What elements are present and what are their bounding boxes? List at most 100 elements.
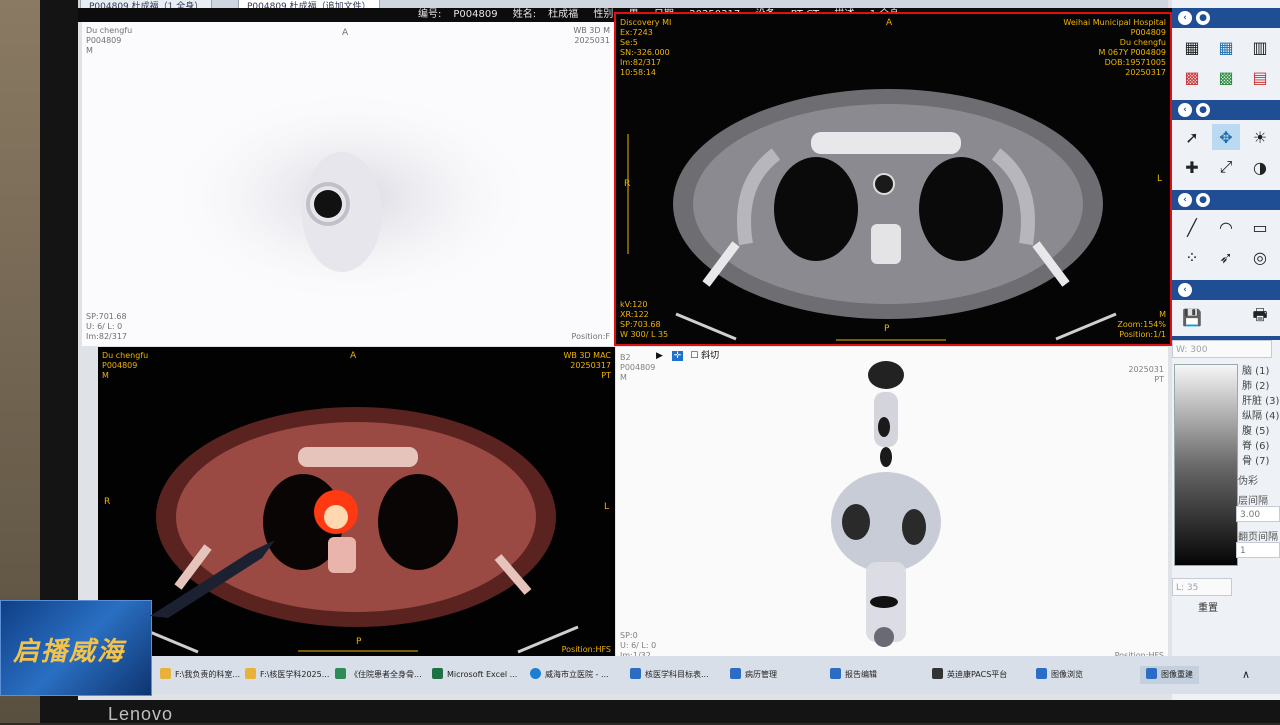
preset-abdomen[interactable]: 腹 (5) bbox=[1242, 424, 1279, 439]
settings-icon[interactable]: ● bbox=[1196, 11, 1210, 25]
fusion-orient-left: R bbox=[104, 497, 111, 507]
line-measure-icon[interactable]: ╱ bbox=[1178, 214, 1206, 240]
page-spacing-input[interactable]: 1 bbox=[1236, 542, 1280, 558]
taskbar-item-report[interactable]: 报告编辑 bbox=[830, 666, 877, 684]
preset-spine[interactable]: 脊 (6) bbox=[1242, 439, 1279, 454]
pet-overlay-top-right: WB 3D M 2025031 bbox=[573, 26, 610, 46]
window-gradient-slider[interactable] bbox=[1174, 364, 1238, 566]
excel-icon bbox=[432, 668, 443, 679]
window-level-field[interactable]: L: 35 bbox=[1172, 578, 1232, 596]
ct-sex: M bbox=[1159, 310, 1166, 319]
layout-grid-icon[interactable]: ▥ bbox=[1246, 34, 1274, 60]
viewport-mip[interactable]: ▶ ✛ ☐ 斜切 B2 P004809 M 2025031 PT SP:0 U:… bbox=[616, 347, 1168, 665]
collapse-left-icon[interactable]: ‹ bbox=[1178, 11, 1192, 25]
preset-mediastinum[interactable]: 纵隔 (4) bbox=[1242, 409, 1279, 424]
fusion-overlay-top-left: Du chengfu P004809 M bbox=[102, 351, 148, 381]
arrow-annotation-icon[interactable]: ➶ bbox=[1212, 244, 1240, 270]
app-icon bbox=[1036, 668, 1047, 679]
taskbar-item-folder-nuclear[interactable]: F:\核医学科2025... bbox=[245, 666, 329, 684]
pointer-arrow-icon[interactable]: ➚ bbox=[1178, 124, 1206, 150]
measure-settings-icon[interactable]: ● bbox=[1196, 193, 1210, 207]
pseudo-color-label[interactable]: 伪彩 bbox=[1238, 472, 1258, 487]
fit-zoom-icon[interactable]: ⤢ bbox=[1212, 154, 1240, 180]
rectangle-roi-icon[interactable]: ▭ bbox=[1246, 214, 1274, 240]
pan-move-icon[interactable]: ✥ bbox=[1212, 124, 1240, 150]
mip-modality: PT bbox=[1154, 375, 1164, 384]
ct-xr: XR:122 bbox=[620, 310, 649, 319]
invert-contrast-icon[interactable]: ◑ bbox=[1246, 154, 1274, 180]
reset-button[interactable]: 重置 bbox=[1178, 600, 1238, 618]
pet-window: U: 6/ L: 0 bbox=[86, 322, 123, 331]
taskbar-item-image-browse[interactable]: 图像浏览 bbox=[1036, 666, 1083, 684]
ct-orient-left: R bbox=[624, 179, 631, 189]
pet-series: WB 3D M bbox=[573, 26, 610, 35]
patient-id-label: 编号: bbox=[418, 9, 442, 20]
taskbar-item-targets[interactable]: 核医学科目标表... bbox=[630, 666, 709, 684]
crosshair-tool-icon[interactable]: ✚ bbox=[1178, 154, 1206, 180]
monitor-brand: Lenovo bbox=[108, 704, 174, 724]
folder-icon bbox=[245, 668, 256, 679]
fusion-patient-name: Du chengfu bbox=[102, 351, 149, 360]
patient-name-label: 姓名: bbox=[512, 9, 537, 20]
patient-id: P004809 bbox=[453, 9, 498, 20]
brightness-icon[interactable]: ☀ bbox=[1246, 124, 1274, 150]
layout-1x1-icon[interactable]: ▦ bbox=[1178, 34, 1206, 60]
pet-overlay-top-left: Du chengfu P004809 M bbox=[86, 26, 132, 56]
ct-orient-top: A bbox=[886, 18, 893, 28]
preset-liver[interactable]: 肝脏 (3) bbox=[1242, 394, 1279, 409]
collapse-measure-icon[interactable]: ‹ bbox=[1178, 193, 1192, 207]
taskbar-item-pacs[interactable]: 英迪康PACS平台 bbox=[932, 666, 1007, 684]
taskbar-item-document[interactable]: 《住院患者全身骨... bbox=[335, 666, 422, 684]
measure-panel-header: ‹ ● bbox=[1172, 190, 1280, 210]
ct-overlay-bottom-left: kV:120 XR:122 SP:703.68 W 300/ L 35 bbox=[620, 300, 668, 340]
pet-position: Position:F bbox=[571, 332, 610, 341]
ct-overlay-top-right: Weihai Municipal Hospital P004809 Du che… bbox=[1063, 18, 1166, 78]
pet-patient-name: Du chengfu bbox=[86, 26, 133, 35]
app-icon bbox=[1146, 668, 1157, 679]
viewport-ct-axial[interactable]: Discovery MI Ex:7243 Se:5 SN:-326.000 Im… bbox=[614, 12, 1172, 346]
angle-measure-icon[interactable]: ◠ bbox=[1212, 214, 1240, 240]
edge-browser-icon bbox=[530, 668, 541, 679]
taskbar-item-folder-dept[interactable]: F:\我负责的科室... bbox=[160, 666, 240, 684]
mip-sp: SP:0 bbox=[620, 631, 638, 640]
taskbar-item-excel[interactable]: Microsoft Excel ... bbox=[432, 666, 517, 684]
ct-position: Position:1/1 bbox=[1119, 330, 1166, 339]
collapse-tools-icon[interactable]: ‹ bbox=[1178, 103, 1192, 117]
patient-name: 杜成福 bbox=[548, 9, 579, 20]
layout-multi-icon[interactable]: ▤ bbox=[1246, 64, 1274, 90]
layout-2x2-icon[interactable]: ▦ bbox=[1212, 34, 1240, 60]
point-probe-icon[interactable]: ⁘ bbox=[1178, 244, 1206, 270]
preset-lung[interactable]: 肺 (2) bbox=[1242, 379, 1279, 394]
app-icon bbox=[730, 668, 741, 679]
fusion-patient-id: P004809 bbox=[102, 361, 138, 370]
collapse-file-icon[interactable]: ‹ bbox=[1178, 283, 1192, 297]
fusion-date: 20250317 bbox=[570, 361, 611, 370]
layout-3x3-icon[interactable]: ▩ bbox=[1178, 64, 1206, 90]
broadcast-logo-text: 启播威海 bbox=[13, 637, 126, 667]
pet-sp: SP:701.68 bbox=[86, 312, 127, 321]
fusion-orient-bottom: P bbox=[356, 637, 362, 647]
fusion-orient-top: A bbox=[350, 351, 357, 361]
stylus-pen bbox=[150, 540, 275, 618]
slice-spacing-input[interactable]: 3.00 bbox=[1236, 506, 1280, 522]
tray-chevron-icon[interactable]: ∧ bbox=[1242, 666, 1250, 684]
pet-overlay-bottom-left: SP:701.68 U: 6/ L: 0 Im:82/317 bbox=[86, 312, 127, 342]
viewport-pet-axial[interactable]: Du chengfu P004809 M WB 3D M 2025031 SP:… bbox=[82, 22, 614, 346]
fusion-patient-sex: M bbox=[102, 371, 109, 380]
taskbar-item-browser[interactable]: 威海市立医院 - ... bbox=[530, 666, 609, 684]
window-width-field[interactable]: W: 300 bbox=[1172, 340, 1272, 358]
print-icon[interactable]: 🖶 bbox=[1246, 304, 1274, 330]
tools-settings-icon[interactable]: ● bbox=[1196, 103, 1210, 117]
mip-patient-id: P004809 bbox=[620, 363, 656, 372]
taskbar-item-image-recon[interactable]: 图像重建 bbox=[1140, 666, 1199, 684]
save-icon[interactable]: 💾 bbox=[1178, 304, 1206, 330]
layout-fusion-icon[interactable]: ▩ bbox=[1212, 64, 1240, 90]
ct-zoom: Zoom:154% bbox=[1117, 320, 1166, 329]
preset-bone[interactable]: 骨 (7) bbox=[1242, 454, 1279, 469]
ct-scanner: Discovery MI bbox=[620, 18, 672, 27]
preset-brain[interactable]: 脑 (1) bbox=[1242, 364, 1279, 379]
taskbar-item-records[interactable]: 病历管理 bbox=[730, 666, 777, 684]
window-presets: 脑 (1) 肺 (2) 肝脏 (3) 纵隔 (4) 腹 (5) 脊 (6) 骨 … bbox=[1242, 364, 1279, 469]
fusion-modality: PT bbox=[601, 371, 611, 380]
ellipse-roi-icon[interactable]: ◎ bbox=[1246, 244, 1274, 270]
